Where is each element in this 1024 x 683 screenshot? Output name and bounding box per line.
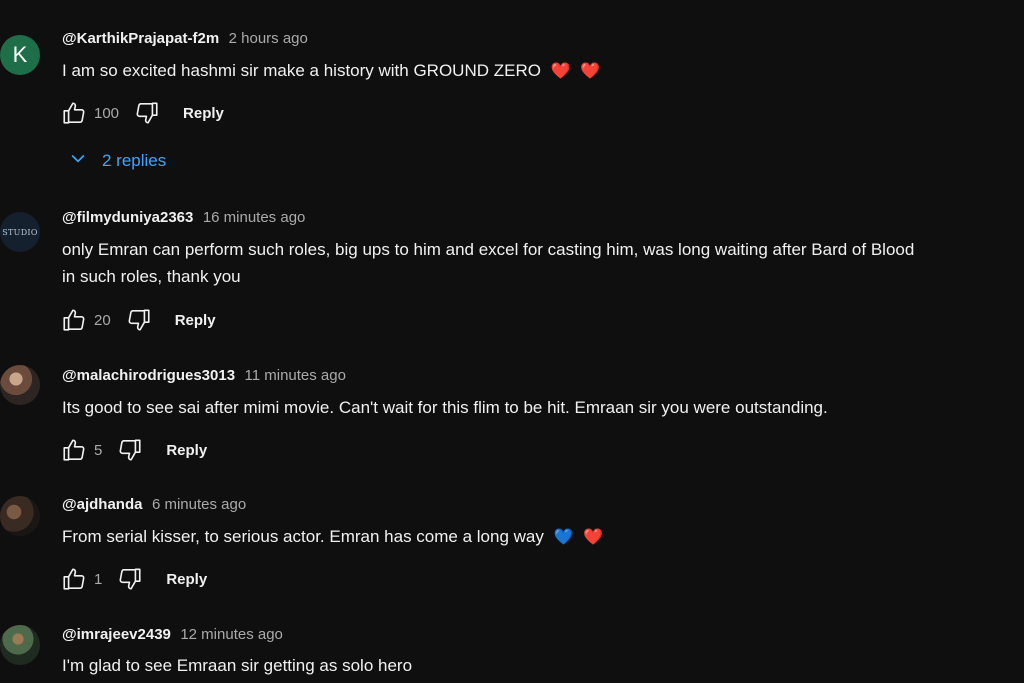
comment-timestamp[interactable]: 2 hours ago: [229, 30, 308, 47]
comment-timestamp[interactable]: 12 minutes ago: [180, 626, 283, 643]
avatar[interactable]: [0, 625, 40, 665]
comment-actions: 100 Reply: [60, 98, 224, 128]
thumbs-down-icon[interactable]: [133, 99, 161, 127]
chevron-down-icon: [68, 148, 88, 173]
comment-text: I am so excited hashmi sir make a histor…: [62, 57, 600, 86]
thumbs-up-icon[interactable]: [60, 306, 88, 334]
thumbs-up-icon[interactable]: [60, 99, 88, 127]
comment-text-line-2: in such roles, thank you: [62, 267, 241, 286]
comment-actions: 20 Reply: [60, 305, 216, 335]
thumbs-down-icon[interactable]: [116, 565, 144, 593]
avatar-studio-logo: STUDIO: [2, 227, 38, 237]
thumbs-down-icon[interactable]: [116, 436, 144, 464]
reply-button[interactable]: Reply: [183, 105, 224, 122]
comment-body: From serial kisser, to serious actor. Em…: [62, 527, 544, 546]
replies-count-label: 2 replies: [102, 150, 167, 170]
comment-author[interactable]: @filmyduniya2363: [62, 209, 193, 226]
reply-button[interactable]: Reply: [166, 571, 207, 588]
comment-timestamp[interactable]: 11 minutes ago: [245, 367, 346, 384]
blue-heart-emoji: 💙: [553, 529, 574, 546]
comment-text: I'm glad to see Emraan sir getting as so…: [62, 656, 413, 675]
reply-button[interactable]: Reply: [175, 312, 216, 329]
like-count: 1: [94, 570, 103, 588]
reply-button[interactable]: Reply: [166, 442, 207, 459]
comment-author[interactable]: @malachirodrigues3013: [62, 367, 235, 384]
comment-timestamp[interactable]: 16 minutes ago: [203, 209, 306, 226]
comment-author[interactable]: @KarthikPrajapat-f2m: [62, 30, 219, 47]
comment-timestamp[interactable]: 6 minutes ago: [152, 496, 246, 513]
thumbs-down-icon[interactable]: [125, 306, 153, 334]
thumbs-up-icon[interactable]: [60, 436, 88, 464]
red-heart-emoji: ❤️: [583, 529, 604, 546]
like-count: 5: [94, 441, 103, 459]
comment-text-line-1: only Emran can perform such roles, big u…: [62, 240, 915, 259]
avatar[interactable]: [0, 496, 40, 536]
comment-text: Its good to see sai after mimi movie. Ca…: [62, 398, 828, 417]
view-replies-button[interactable]: 2 replies: [68, 148, 166, 173]
comment-header: @imrajeev2439 12 minutes ago: [62, 626, 283, 644]
avatar[interactable]: [0, 365, 40, 405]
comment-body: I am so excited hashmi sir make a histor…: [62, 61, 541, 80]
like-count: 20: [94, 311, 111, 329]
red-heart-emoji: ❤️: [580, 63, 601, 80]
avatar-letter: K: [12, 42, 28, 67]
thumbs-up-icon[interactable]: [60, 565, 88, 593]
comment-actions: 1 Reply: [60, 564, 207, 594]
comment-text: From serial kisser, to serious actor. Em…: [62, 523, 603, 552]
comments-feed: K @KarthikPrajapat-f2m 2 hours ago I am …: [0, 0, 1024, 683]
comment-actions: 5 Reply: [60, 435, 207, 465]
red-heart-emoji: ❤️: [550, 63, 571, 80]
like-count: 100: [94, 104, 120, 122]
avatar[interactable]: K: [0, 35, 40, 75]
comment-header: @ajdhanda 6 minutes ago: [62, 496, 246, 514]
avatar[interactable]: STUDIO: [0, 212, 40, 252]
comment-author[interactable]: @ajdhanda: [62, 496, 142, 513]
comment-author[interactable]: @imrajeev2439: [62, 626, 171, 643]
comment-header: @KarthikPrajapat-f2m 2 hours ago: [62, 30, 308, 48]
comment-header: @malachirodrigues3013 11 minutes ago: [62, 367, 346, 385]
comment-header: @filmyduniya2363 16 minutes ago: [62, 209, 305, 227]
